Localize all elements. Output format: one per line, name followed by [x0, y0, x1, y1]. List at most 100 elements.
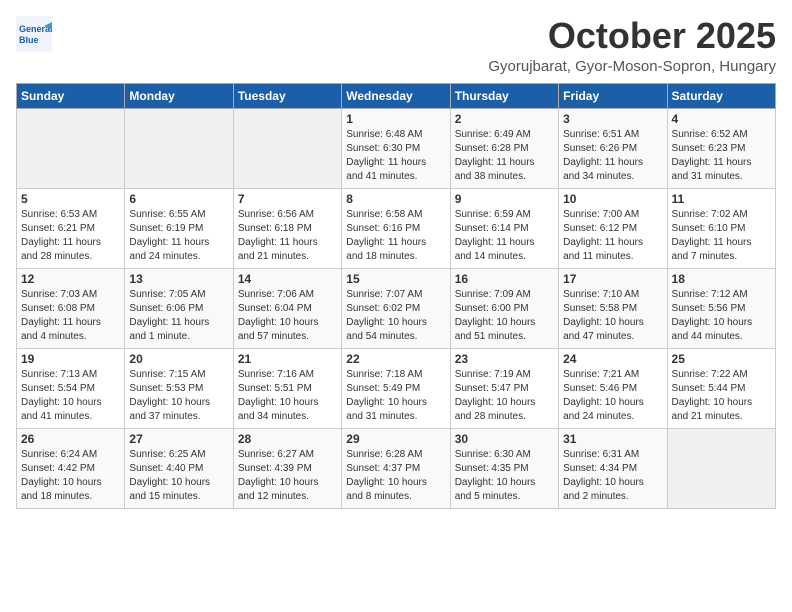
calendar-cell: 2 Sunrise: 6:49 AM Sunset: 6:28 PM Daylig…	[450, 108, 558, 188]
calendar-cell: 25Sunrise: 7:22 AM Sunset: 5:44 PM Dayli…	[667, 348, 775, 428]
day-number: 28	[238, 432, 337, 446]
calendar-cell: 28 Sunrise: 6:27 AM Sunset: 4:39 PM Dayli…	[233, 428, 341, 508]
calendar-cell: 10Sunrise: 7:00 AM Sunset: 6:12 PM Dayli…	[559, 188, 667, 268]
day-info: Sunrise: 6:53 AM Sunset: 6:21 PM Dayligh…	[21, 208, 120, 264]
calendar-cell: 7 Sunrise: 6:56 AM Sunset: 6:18 PM Daylig…	[233, 188, 341, 268]
calendar-cell: 19 Sunrise: 7:13 AM Sunset: 5:54 PM Dayli…	[17, 348, 125, 428]
day-info: Sunrise: 6:49 AM Sunset: 6:28 PM Dayligh…	[455, 128, 554, 184]
day-info: Sunrise: 7:06 AM Sunset: 6:04 PM Dayligh…	[238, 288, 337, 344]
day-info: Sunrise: 6:52 AM Sunset: 6:23 PM Dayligh…	[672, 128, 771, 184]
day-info: Sunrise: 6:30 AM Sunset: 4:35 PM Dayligh…	[455, 448, 554, 504]
day-info: Sunrise: 7:09 AM Sunset: 6:00 PM Dayligh…	[455, 288, 554, 344]
day-info: Sunrise: 6:24 AM Sunset: 4:42 PM Dayligh…	[21, 448, 120, 504]
day-header-sunday: Sunday	[17, 83, 125, 108]
calendar-cell	[17, 108, 125, 188]
day-info: Sunrise: 7:15 AM Sunset: 5:53 PM Dayligh…	[129, 368, 228, 424]
logo: General Blue	[16, 16, 52, 52]
day-header-wednesday: Wednesday	[342, 83, 450, 108]
calendar-cell: 15Sunrise: 7:07 AM Sunset: 6:02 PM Dayli…	[342, 268, 450, 348]
day-info: Sunrise: 7:13 AM Sunset: 5:54 PM Dayligh…	[21, 368, 120, 424]
day-info: Sunrise: 7:18 AM Sunset: 5:49 PM Dayligh…	[346, 368, 445, 424]
calendar-week-row: 26 Sunrise: 6:24 AM Sunset: 4:42 PM Dayli…	[17, 428, 776, 508]
calendar-cell: 31 Sunrise: 6:31 AM Sunset: 4:34 PM Dayli…	[559, 428, 667, 508]
title-block: October 2025 Gyorujbarat, Gyor-Moson-Sop…	[488, 16, 776, 75]
day-info: Sunrise: 6:56 AM Sunset: 6:18 PM Dayligh…	[238, 208, 337, 264]
day-info: Sunrise: 6:55 AM Sunset: 6:19 PM Dayligh…	[129, 208, 228, 264]
calendar-cell: 18Sunrise: 7:12 AM Sunset: 5:56 PM Dayli…	[667, 268, 775, 348]
calendar-cell: 17 Sunrise: 7:10 AM Sunset: 5:58 PM Dayli…	[559, 268, 667, 348]
day-number: 19	[21, 352, 120, 366]
day-number: 11	[672, 192, 771, 206]
day-info: Sunrise: 7:21 AM Sunset: 5:46 PM Dayligh…	[563, 368, 662, 424]
calendar-cell	[667, 428, 775, 508]
day-header-monday: Monday	[125, 83, 233, 108]
calendar-cell: 1 Sunrise: 6:48 AM Sunset: 6:30 PM Daylig…	[342, 108, 450, 188]
calendar-cell: 23 Sunrise: 7:19 AM Sunset: 5:47 PM Dayli…	[450, 348, 558, 428]
day-info: Sunrise: 7:05 AM Sunset: 6:06 PM Dayligh…	[129, 288, 228, 344]
calendar-week-row: 1 Sunrise: 6:48 AM Sunset: 6:30 PM Daylig…	[17, 108, 776, 188]
calendar-cell: 24 Sunrise: 7:21 AM Sunset: 5:46 PM Dayli…	[559, 348, 667, 428]
day-number: 2	[455, 112, 554, 126]
calendar-cell: 11Sunrise: 7:02 AM Sunset: 6:10 PM Dayli…	[667, 188, 775, 268]
day-number: 17	[563, 272, 662, 286]
location-subtitle: Gyorujbarat, Gyor-Moson-Sopron, Hungary	[488, 58, 776, 75]
calendar-cell: 21Sunrise: 7:16 AM Sunset: 5:51 PM Dayli…	[233, 348, 341, 428]
day-info: Sunrise: 7:16 AM Sunset: 5:51 PM Dayligh…	[238, 368, 337, 424]
day-number: 1	[346, 112, 445, 126]
calendar-cell: 3 Sunrise: 6:51 AM Sunset: 6:26 PM Daylig…	[559, 108, 667, 188]
day-number: 23	[455, 352, 554, 366]
day-number: 5	[21, 192, 120, 206]
day-number: 20	[129, 352, 228, 366]
logo-icon: General Blue	[16, 16, 52, 52]
calendar-cell: 12Sunrise: 7:03 AM Sunset: 6:08 PM Dayli…	[17, 268, 125, 348]
day-info: Sunrise: 6:31 AM Sunset: 4:34 PM Dayligh…	[563, 448, 662, 504]
calendar-cell: 8 Sunrise: 6:58 AM Sunset: 6:16 PM Daylig…	[342, 188, 450, 268]
svg-text:Blue: Blue	[19, 35, 39, 45]
month-title: October 2025	[488, 16, 776, 56]
calendar-cell: 29Sunrise: 6:28 AM Sunset: 4:37 PM Dayli…	[342, 428, 450, 508]
calendar-cell: 13Sunrise: 7:05 AM Sunset: 6:06 PM Dayli…	[125, 268, 233, 348]
calendar-week-row: 12Sunrise: 7:03 AM Sunset: 6:08 PM Dayli…	[17, 268, 776, 348]
calendar-cell	[233, 108, 341, 188]
day-number: 31	[563, 432, 662, 446]
day-header-friday: Friday	[559, 83, 667, 108]
calendar-cell: 30Sunrise: 6:30 AM Sunset: 4:35 PM Dayli…	[450, 428, 558, 508]
calendar-cell: 9Sunrise: 6:59 AM Sunset: 6:14 PM Daylig…	[450, 188, 558, 268]
day-number: 15	[346, 272, 445, 286]
day-number: 6	[129, 192, 228, 206]
day-number: 27	[129, 432, 228, 446]
calendar-cell: 16 Sunrise: 7:09 AM Sunset: 6:00 PM Dayli…	[450, 268, 558, 348]
page-header: General Blue October 2025 Gyorujbarat, G…	[16, 16, 776, 75]
day-header-tuesday: Tuesday	[233, 83, 341, 108]
day-number: 10	[563, 192, 662, 206]
calendar-header-row: SundayMondayTuesdayWednesdayThursdayFrid…	[17, 83, 776, 108]
day-number: 24	[563, 352, 662, 366]
day-info: Sunrise: 7:10 AM Sunset: 5:58 PM Dayligh…	[563, 288, 662, 344]
day-info: Sunrise: 7:19 AM Sunset: 5:47 PM Dayligh…	[455, 368, 554, 424]
calendar-cell	[125, 108, 233, 188]
calendar-table: SundayMondayTuesdayWednesdayThursdayFrid…	[16, 83, 776, 509]
calendar-week-row: 5 Sunrise: 6:53 AM Sunset: 6:21 PM Daylig…	[17, 188, 776, 268]
day-number: 29	[346, 432, 445, 446]
day-info: Sunrise: 6:58 AM Sunset: 6:16 PM Dayligh…	[346, 208, 445, 264]
day-number: 22	[346, 352, 445, 366]
day-info: Sunrise: 6:59 AM Sunset: 6:14 PM Dayligh…	[455, 208, 554, 264]
calendar-week-row: 19 Sunrise: 7:13 AM Sunset: 5:54 PM Dayli…	[17, 348, 776, 428]
day-number: 14	[238, 272, 337, 286]
day-number: 8	[346, 192, 445, 206]
day-info: Sunrise: 7:03 AM Sunset: 6:08 PM Dayligh…	[21, 288, 120, 344]
day-number: 3	[563, 112, 662, 126]
day-info: Sunrise: 6:48 AM Sunset: 6:30 PM Dayligh…	[346, 128, 445, 184]
day-header-thursday: Thursday	[450, 83, 558, 108]
calendar-cell: 14 Sunrise: 7:06 AM Sunset: 6:04 PM Dayli…	[233, 268, 341, 348]
day-number: 4	[672, 112, 771, 126]
day-number: 25	[672, 352, 771, 366]
day-info: Sunrise: 6:27 AM Sunset: 4:39 PM Dayligh…	[238, 448, 337, 504]
calendar-cell: 22 Sunrise: 7:18 AM Sunset: 5:49 PM Dayli…	[342, 348, 450, 428]
day-number: 7	[238, 192, 337, 206]
day-info: Sunrise: 6:25 AM Sunset: 4:40 PM Dayligh…	[129, 448, 228, 504]
calendar-cell: 4 Sunrise: 6:52 AM Sunset: 6:23 PM Daylig…	[667, 108, 775, 188]
day-info: Sunrise: 6:51 AM Sunset: 6:26 PM Dayligh…	[563, 128, 662, 184]
day-number: 26	[21, 432, 120, 446]
day-number: 16	[455, 272, 554, 286]
